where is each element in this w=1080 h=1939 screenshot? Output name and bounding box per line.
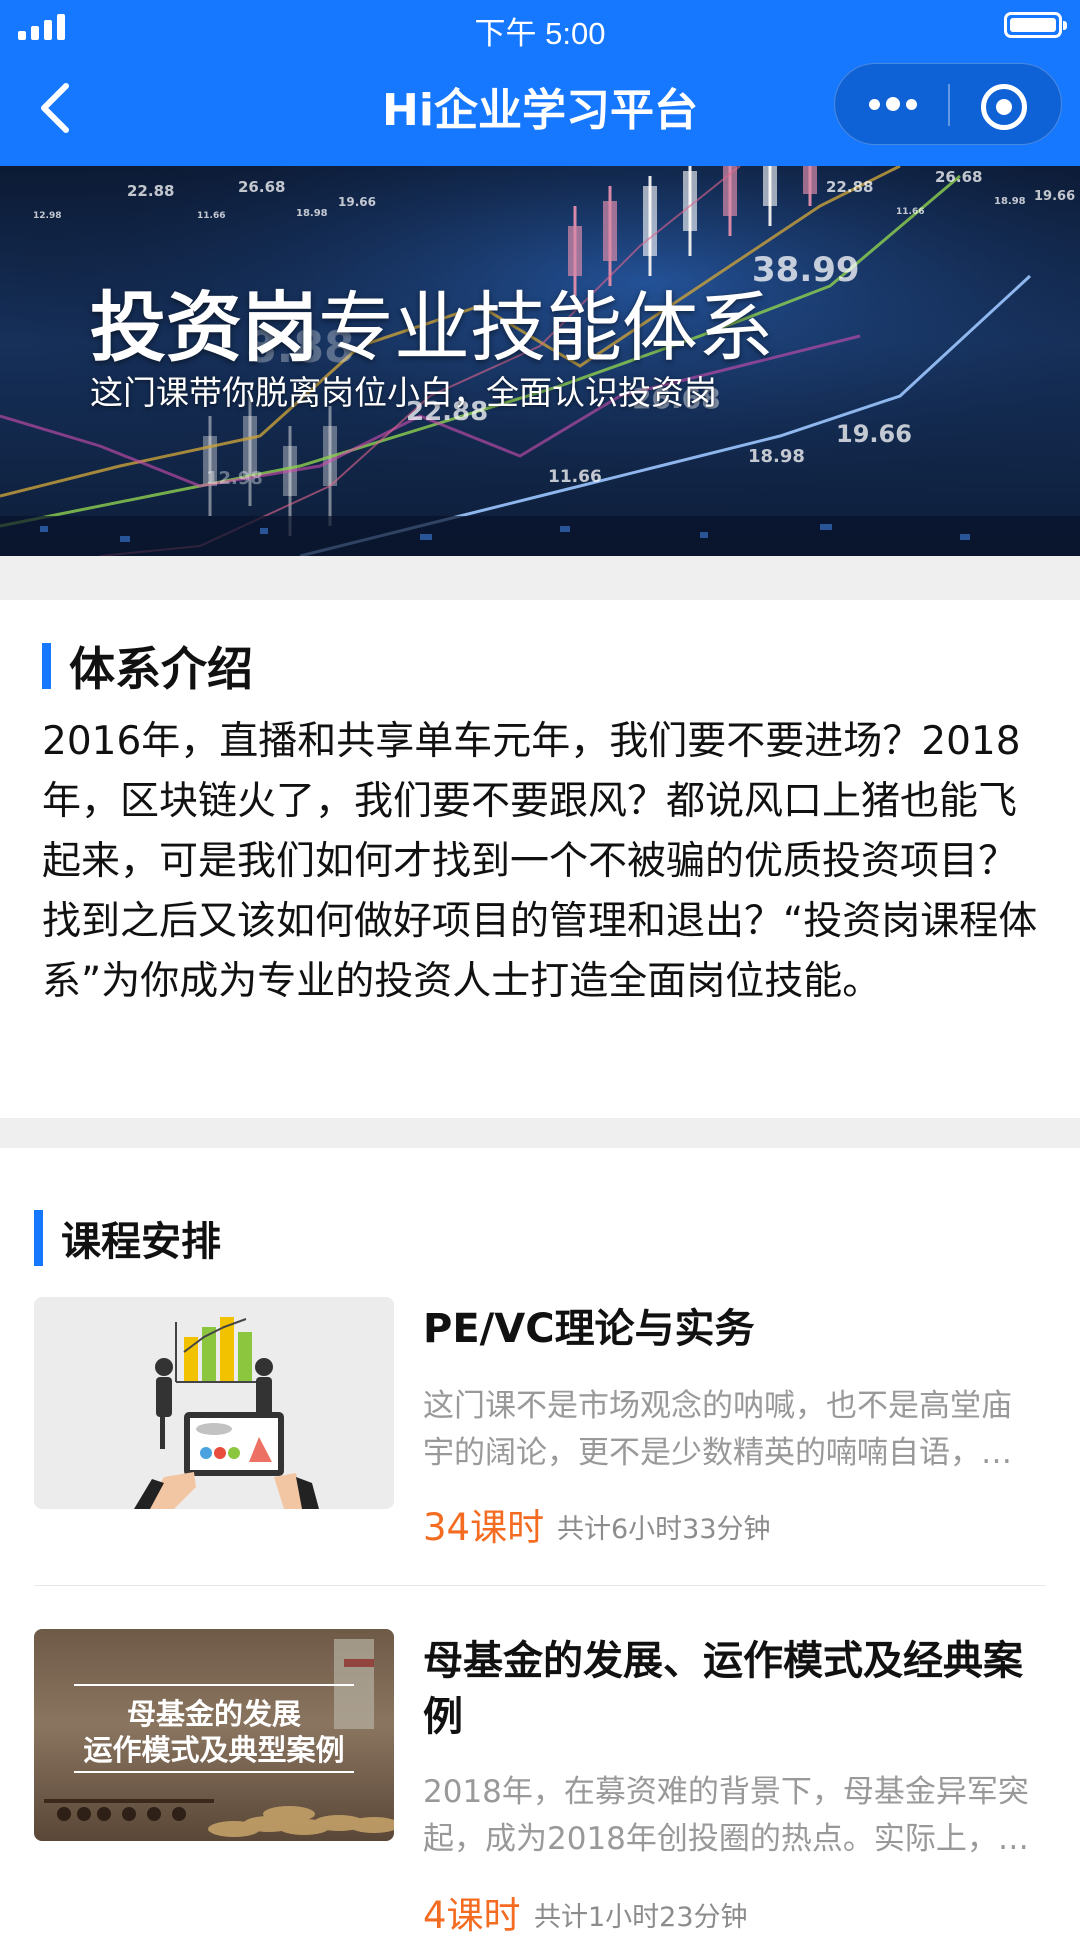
row-divider [34,1585,1046,1586]
banner-number: 11.66 [896,207,924,217]
status-time: 下午 5:00 [474,16,606,51]
course-lessons: 34课时 [423,1506,545,1549]
heading-accent-bar [42,643,51,689]
course-description-line: 2018年，在募资难的背景下，母基金异军突 [423,1774,1029,1810]
course-description-line: 起，成为2018年创投圈的热点。实际上，… [423,1821,1029,1857]
banner-number: 11.66 [197,211,225,221]
course-title: PE/VC理论与实务 [423,1306,755,1352]
banner-number: 19.66 [836,420,912,448]
thumbnail-text-line: 运作模式及典型案例 [83,1733,345,1767]
banner-title-light: 专业技能体系 [318,283,774,372]
course-duration: 共计1小时23分钟 [534,1902,748,1933]
course-description: 2018年，在募资难的背景下，母基金异军突 起，成为2018年创投圈的热点。实际… [423,1769,1043,1863]
top-bar: 下午 5:00 Hi企业学习平台 [0,0,1080,166]
banner-number: 12.98 [206,468,263,489]
banner-number: 22.88 [127,182,174,200]
thumbnail-rule [74,1684,354,1686]
course-lessons: 4课时 [423,1894,521,1937]
course-thumbnail [34,1297,394,1509]
section-divider [0,1118,1080,1148]
banner-number: 12.98 [33,211,61,221]
banner-number: 18.98 [748,446,805,467]
course-item[interactable]: 母基金的发展 运作模式及典型案例 母基金的发展、运作模式及经典案例 2018年，… [34,1629,1046,1937]
heading-accent-bar [34,1210,43,1266]
course-description: 这门课不是市场观念的呐喊，也不是高堂庙 宇的阔论，更不是少数精英的喃喃自语，… [423,1383,1043,1477]
course-banner[interactable]: 22.88 26.68 19.66 18.98 11.66 12.98 38.9… [0,166,1080,556]
banner-number: 18.98 [296,208,328,219]
banner-number: 18.98 [994,196,1026,207]
intro-heading: 体系介绍 [42,640,253,696]
banner-title-bold: 投资岗 [90,283,318,372]
section-divider [0,556,1080,600]
close-target-icon[interactable] [981,84,1027,130]
course-thumbnail: 母基金的发展 运作模式及典型案例 [34,1629,394,1841]
banner-number: 19.66 [338,195,376,209]
intro-text: 2016年，直播和共享单车元年，我们要不要进场？2018年，区块链火了，我们要不… [42,719,1038,1004]
more-options-icon[interactable] [869,92,917,111]
course-description-line: 宇的阔论，更不是少数精英的喃喃自语，… [423,1435,1012,1471]
banner-number: 26.68 [935,168,982,186]
course-description-line: 这门课不是市场观念的呐喊，也不是高堂庙 [423,1388,1012,1424]
mini-program-capsule [834,63,1062,145]
battery-icon [1004,12,1067,38]
thumbnail-rule [74,1771,354,1773]
banner-number: 11.66 [548,467,602,487]
status-bar: 下午 5:00 [0,0,1080,52]
course-item[interactable]: PE/VC理论与实务 这门课不是市场观念的呐喊，也不是高堂庙 宇的阔论，更不是少… [34,1297,1046,1557]
banner-title: 投资岗专业技能体系 [90,266,774,376]
schedule-heading-text: 课程安排 [61,1219,221,1265]
business-chart-illustration [134,1317,319,1509]
intro-heading-text: 体系介绍 [69,642,253,696]
course-duration: 共计6小时33分钟 [557,1514,771,1545]
banner-subtitle: 这门课带你脱离岗位小白，全面认识投资岗 [90,373,717,412]
banner-number: 22.88 [826,178,873,196]
banner-number: 26.68 [238,178,285,196]
schedule-heading: 课程安排 [34,1210,221,1266]
banner-number: 19.66 [1034,189,1075,204]
capsule-divider [948,84,950,126]
course-title: 母基金的发展、运作模式及经典案例 [423,1638,1023,1740]
